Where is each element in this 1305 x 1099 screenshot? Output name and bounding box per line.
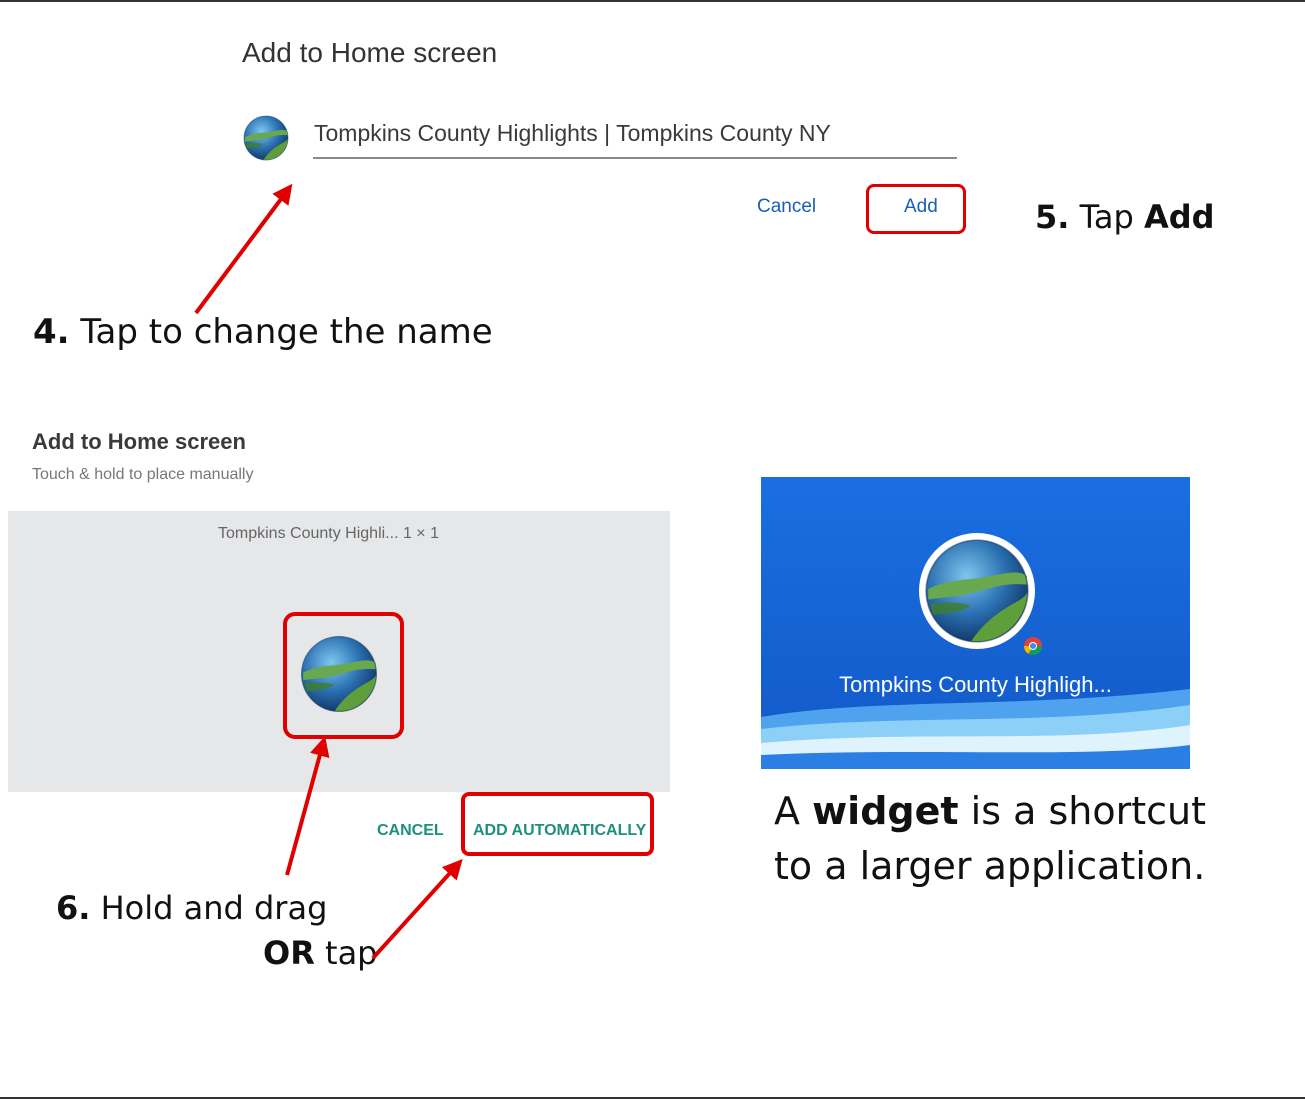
widget-caption-line1: A widget is a shortcut [774, 789, 1206, 833]
top-border [0, 0, 1305, 2]
chrome-badge-icon [1024, 637, 1042, 656]
widget-dialog-subtitle: Touch & hold to place manually [32, 466, 254, 483]
home-screen-globe-icon[interactable] [918, 532, 1036, 650]
step6-caption: 6. Hold and drag [56, 889, 327, 927]
step4-text: Tap to change the name [69, 312, 493, 352]
add-automatically-highlight [461, 792, 654, 856]
or-bold: OR [263, 934, 315, 972]
widget-label: Tompkins County Highli... 1 × 1 [218, 525, 439, 542]
dialog-title: Add to Home screen [242, 37, 498, 68]
step4-number: 4. [33, 312, 70, 352]
step4-caption: 4. Tap to change the name [33, 312, 493, 352]
arrow-to-add-automatically [371, 859, 463, 960]
widget-dialog-title: Add to Home screen [32, 429, 246, 454]
add-button-highlight [866, 184, 966, 234]
step5-number: 5. [1035, 198, 1070, 236]
home-screen-preview: Tompkins County Highligh... [761, 477, 1190, 769]
widget-caption-line2: to a larger application. [774, 844, 1206, 888]
widget-caption-bold: widget [812, 789, 959, 833]
step6-text: Hold and drag [90, 889, 328, 927]
step5-bold: Add [1143, 198, 1215, 236]
widget-caption-pre: A [774, 789, 813, 833]
step5-caption: 5. Tap Add [1035, 198, 1215, 236]
or-tap-text: tap [314, 934, 378, 972]
arrow-to-name-field [194, 183, 293, 315]
name-input-underline [313, 157, 957, 159]
home-screen-icon-label: Tompkins County Highligh... [839, 672, 1112, 697]
step5-text: Tap [1069, 198, 1144, 236]
or-tap-caption: OR tap [263, 934, 377, 972]
step6-number: 6. [56, 889, 91, 927]
shortcut-name-input[interactable]: Tompkins County Highlights | Tompkins Co… [314, 120, 831, 147]
widget-icon-highlight [283, 612, 404, 739]
widget-caption-post: is a shortcut [958, 789, 1206, 833]
widget-cancel-button[interactable]: CANCEL [377, 822, 444, 840]
cancel-button[interactable]: Cancel [757, 196, 816, 218]
globe-landscape-icon [243, 115, 289, 161]
